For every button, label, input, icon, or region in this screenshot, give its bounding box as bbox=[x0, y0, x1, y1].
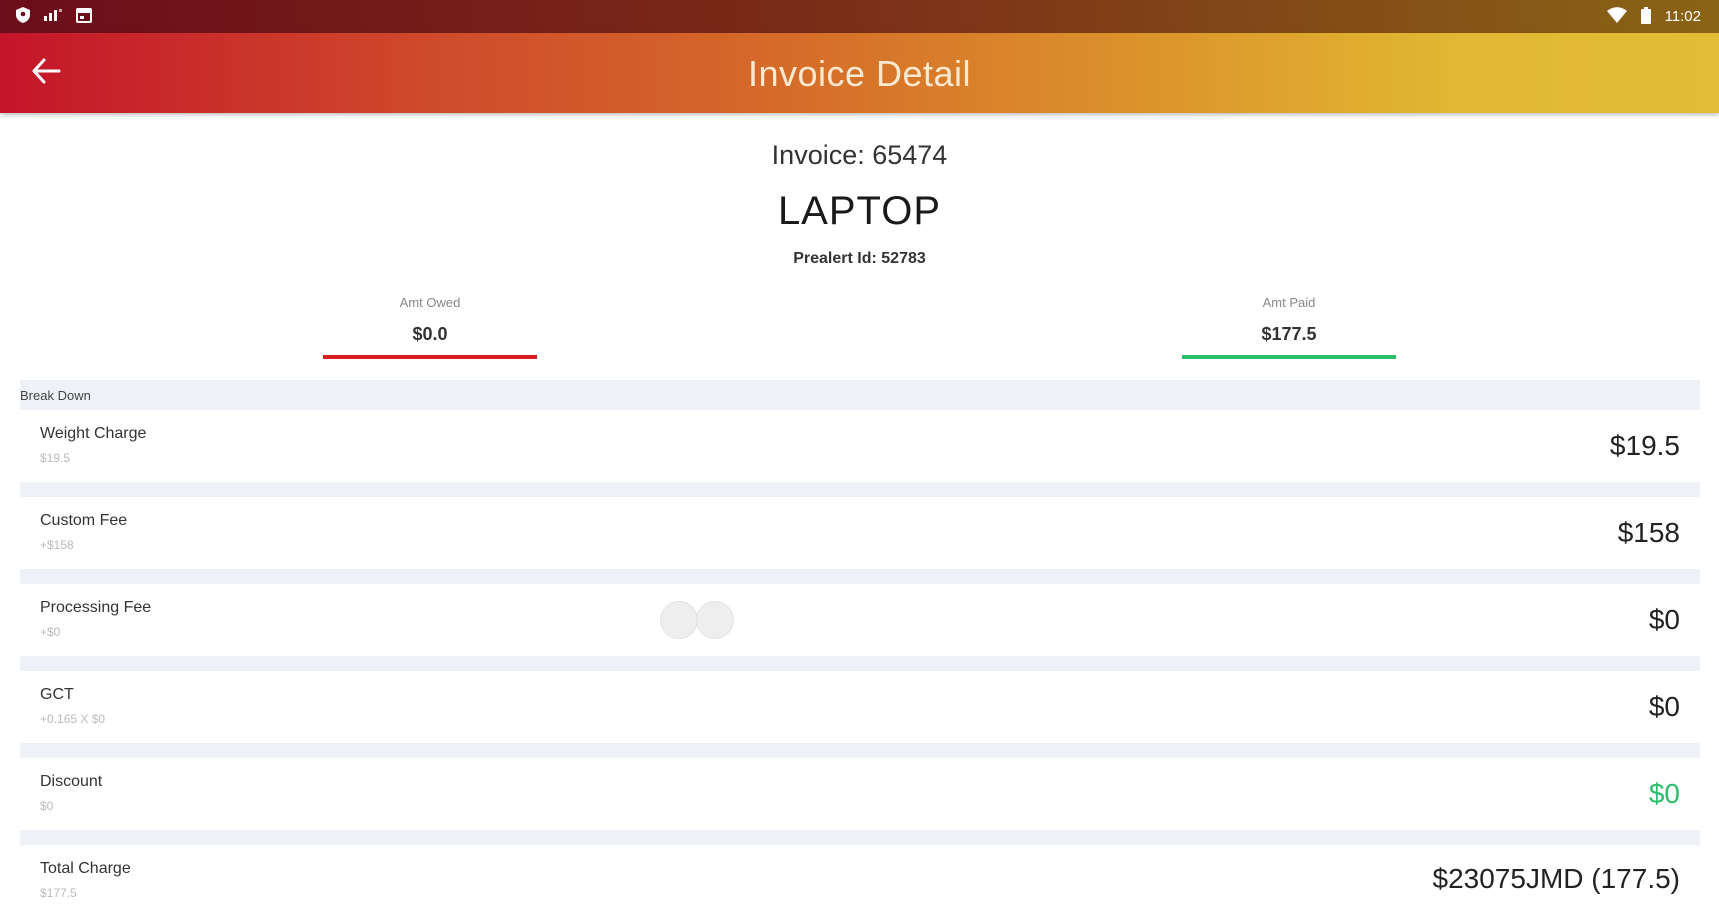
row-value: $158 bbox=[1617, 517, 1680, 548]
breakdown-row-weight-charge: Weight Charge $19.5 $19.5 bbox=[20, 410, 1700, 482]
spinner-dot bbox=[660, 601, 698, 639]
row-subtext: $177.5 bbox=[40, 886, 77, 900]
row-value: $19.5 bbox=[1609, 430, 1680, 461]
row-subtext: $0 bbox=[40, 799, 54, 813]
row-subtext: +$158 bbox=[40, 538, 74, 552]
row-value: $0 bbox=[1648, 604, 1680, 635]
amount-owed: Amt Owed $0.0 bbox=[323, 295, 537, 359]
app-bar: Invoice Detail bbox=[0, 33, 1719, 113]
row-label: GCT bbox=[40, 686, 74, 703]
breakdown-row-total-charge: Total Charge $177.5 $23075JMD (177.5) bbox=[20, 845, 1700, 917]
status-bar: 11:02 bbox=[0, 0, 1719, 33]
amount-paid-label: Amt Paid bbox=[1262, 295, 1316, 310]
invoice-number: Invoice: 65474 bbox=[771, 140, 948, 170]
prealert-id: Prealert Id: 52783 bbox=[793, 250, 926, 267]
row-value: $0 bbox=[1648, 778, 1680, 809]
calendar-icon bbox=[76, 7, 92, 26]
battery-icon bbox=[1640, 6, 1651, 27]
breakdown-row-gct: GCT +0.165 X $0 $0 bbox=[20, 671, 1700, 743]
row-label: Total Charge bbox=[40, 860, 131, 877]
breakdown-row-discount: Discount $0 $0 bbox=[20, 758, 1700, 830]
invoice-content: Invoice: 65474 LAPTOP Prealert Id: 52783… bbox=[0, 113, 1719, 917]
signal-icon bbox=[44, 9, 62, 24]
page-title: Invoice Detail bbox=[747, 53, 972, 94]
amount-paid: Amt Paid $177.5 bbox=[1182, 295, 1396, 359]
status-right: 11:02 bbox=[1606, 6, 1701, 27]
row-label: Processing Fee bbox=[40, 599, 152, 616]
status-left bbox=[16, 7, 92, 26]
loading-spinner bbox=[660, 601, 734, 639]
shield-icon bbox=[16, 7, 30, 26]
amount-owed-label: Amt Owed bbox=[399, 295, 461, 310]
amount-owed-value: $0.0 bbox=[412, 324, 448, 344]
breakdown-row-processing-fee: Processing Fee +$0 $0 bbox=[20, 584, 1700, 656]
amount-owed-underline bbox=[323, 355, 537, 359]
breakdown-row-custom-fee: Custom Fee +$158 $158 bbox=[20, 497, 1700, 569]
row-label: Discount bbox=[40, 773, 103, 790]
row-label: Weight Charge bbox=[40, 425, 147, 442]
row-subtext: $19.5 bbox=[40, 451, 71, 465]
row-label: Custom Fee bbox=[40, 512, 128, 529]
breakdown-list[interactable]: Weight Charge $19.5 $19.5 Custom Fee +$1… bbox=[20, 410, 1700, 917]
breakdown-section: Break Down Weight Charge $19.5 $19.5 Cus… bbox=[20, 380, 1700, 917]
wifi-icon bbox=[1606, 7, 1627, 26]
breakdown-header: Break Down bbox=[20, 387, 91, 403]
invoice-item-name: LAPTOP bbox=[777, 189, 942, 233]
row-subtext: +0.165 X $0 bbox=[40, 712, 106, 726]
status-time: 11:02 bbox=[1664, 8, 1701, 25]
amount-paid-underline bbox=[1182, 355, 1396, 359]
row-value: $23075JMD (177.5) bbox=[1432, 863, 1680, 894]
row-subtext: +$0 bbox=[40, 625, 61, 639]
spinner-dot bbox=[696, 601, 734, 639]
amount-paid-value: $177.5 bbox=[1261, 324, 1317, 344]
row-value: $0 bbox=[1648, 691, 1680, 722]
